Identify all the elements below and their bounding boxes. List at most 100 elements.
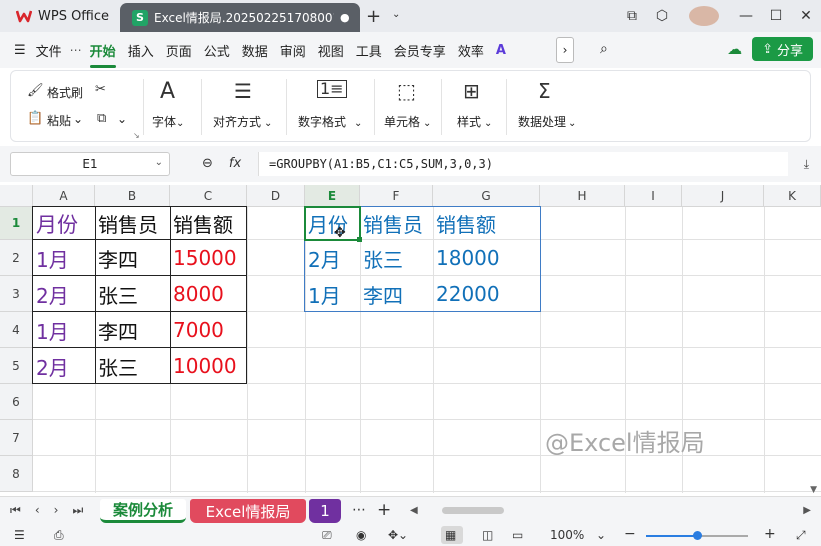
cell-f2[interactable]: 张三	[360, 240, 403, 276]
col-header-h[interactable]: H	[540, 185, 625, 207]
hscroll-right-icon[interactable]: ▶	[803, 505, 811, 516]
cells-icon[interactable]: ⬚	[397, 79, 416, 103]
format-painter-icon[interactable]: 🖌	[27, 83, 44, 98]
zoom-chevron-icon[interactable]: ⌄	[596, 528, 606, 542]
col-header-b[interactable]: B	[95, 185, 170, 207]
name-box-chevron-icon[interactable]: ⌄	[155, 157, 163, 168]
cell-a3[interactable]: 2月	[33, 276, 69, 312]
format-painter-button[interactable]: 格式刷	[47, 84, 83, 101]
col-header-d[interactable]: D	[247, 185, 305, 207]
zoom-in-button[interactable]: +	[764, 526, 776, 542]
search-icon[interactable]: ⌕	[600, 41, 608, 57]
copy-icon[interactable]: ⧉	[97, 111, 106, 126]
menu-data[interactable]: 数据	[236, 41, 274, 60]
cells-chevron-icon[interactable]: ⌄	[423, 118, 431, 129]
menu-home[interactable]: 开始	[84, 41, 122, 68]
align-chevron-icon[interactable]: ⌄	[264, 118, 272, 129]
cut-icon[interactable]: ✂	[95, 82, 106, 97]
number-format-button[interactable]: 数字格式	[298, 113, 346, 130]
print-preview-icon[interactable]: ⎚	[322, 528, 332, 543]
cell-g1[interactable]: 销售额	[433, 207, 496, 240]
zoom-out-button[interactable]: −	[624, 526, 636, 542]
paste-button[interactable]: 粘贴	[47, 112, 71, 129]
cell-a5[interactable]: 2月	[33, 348, 69, 384]
menu-view[interactable]: 视图	[312, 41, 350, 60]
new-tab-button[interactable]: +	[366, 6, 381, 27]
macro-icon[interactable]: ⎙	[54, 528, 64, 543]
zoom-formula-icon[interactable]: ⊖	[202, 156, 213, 171]
paste-icon[interactable]: 📋	[27, 111, 43, 126]
cell-b1[interactable]: 销售员	[95, 207, 170, 240]
zoom-slider-knob[interactable]	[693, 531, 702, 540]
tab-list-chevron-icon[interactable]: ⌄	[392, 9, 400, 20]
vscroll-down-icon[interactable]: ▼	[810, 485, 817, 495]
font-button[interactable]: 字体	[152, 113, 176, 130]
clipboard-expand-icon[interactable]: ↘	[133, 131, 140, 140]
menu-formula[interactable]: 公式	[198, 41, 236, 60]
styles-chevron-icon[interactable]: ⌄	[484, 118, 492, 129]
row-header-7[interactable]: 7	[0, 420, 33, 456]
prev-sheet-icon[interactable]: ‹	[35, 503, 40, 518]
row-header-8[interactable]: 8	[0, 456, 33, 492]
menu-review[interactable]: 审阅	[274, 41, 312, 60]
page-break-icon[interactable]: ▭	[512, 528, 523, 542]
sheet-list-icon[interactable]: ☰	[14, 528, 25, 542]
minimize-icon[interactable]: —	[731, 8, 761, 24]
next-sheet-icon[interactable]: ›	[54, 503, 59, 518]
menu-page[interactable]: 页面	[160, 41, 198, 60]
fill-handle[interactable]	[357, 237, 362, 242]
menu-file[interactable]: 文件	[30, 41, 68, 60]
cell-b4[interactable]: 李四	[95, 312, 138, 348]
avatar[interactable]	[689, 6, 719, 26]
add-sheet-button[interactable]: +	[377, 500, 391, 520]
data-process-button[interactable]: 数据处理	[518, 113, 566, 130]
cell-f3[interactable]: 李四	[360, 276, 403, 312]
copy-chevron-icon[interactable]: ⌄	[117, 112, 127, 126]
menu-efficiency[interactable]: 效率	[452, 41, 490, 60]
share-button[interactable]: ⇪ 分享	[752, 37, 813, 61]
number-format-icon[interactable]: 1≡	[317, 80, 347, 98]
sheet-more-button[interactable]: ⋯	[352, 502, 366, 518]
maximize-icon[interactable]: ☐	[761, 8, 791, 24]
fx-icon[interactable]: fx	[229, 156, 241, 171]
number-format-chevron-icon[interactable]: ⌄	[354, 118, 362, 129]
first-sheet-icon[interactable]: ⏮	[10, 503, 21, 518]
row-header-3[interactable]: 3	[0, 276, 33, 312]
menu-more-button[interactable]: ⋯	[68, 43, 84, 57]
spreadsheet-grid[interactable]: A B C D E F G H I J K 1 2 3 4 5 6 7 8 月份…	[0, 185, 821, 495]
col-header-c[interactable]: C	[170, 185, 247, 207]
name-box[interactable]: E1 ⌄	[10, 152, 170, 176]
cell-c4[interactable]: 7000	[170, 312, 224, 348]
styles-icon[interactable]: ⊞	[463, 79, 480, 103]
cell-a2[interactable]: 1月	[33, 240, 69, 276]
cell-c3[interactable]: 8000	[170, 276, 224, 312]
ribbon-scroll-right-button[interactable]: ›	[556, 37, 574, 63]
window-layout-icon[interactable]: ⧉	[617, 8, 647, 24]
font-icon[interactable]: A	[160, 79, 175, 104]
last-sheet-icon[interactable]: ⏭	[72, 503, 83, 518]
cell-a4[interactable]: 1月	[33, 312, 69, 348]
close-icon[interactable]: ✕	[791, 8, 821, 24]
data-process-chevron-icon[interactable]: ⌄	[568, 118, 576, 129]
expand-formula-icon[interactable]: ⤓	[804, 157, 809, 172]
align-icon[interactable]: ☰	[234, 79, 252, 103]
hamburger-icon[interactable]: ☰	[0, 43, 30, 58]
cell-g3[interactable]: 22000	[433, 276, 500, 312]
normal-view-icon[interactable]: ▦	[445, 528, 456, 542]
cube-icon[interactable]: ⬡	[647, 8, 677, 24]
menu-tools[interactable]: 工具	[350, 41, 388, 60]
col-header-j[interactable]: J	[682, 185, 764, 207]
row-header-5[interactable]: 5	[0, 348, 33, 384]
sheet-tab-excel-bureau[interactable]: Excel情报局	[190, 499, 306, 523]
hscroll-thumb[interactable]	[442, 507, 504, 514]
cell-b2[interactable]: 李四	[95, 240, 138, 276]
menu-insert[interactable]: 插入	[122, 41, 160, 60]
styles-button[interactable]: 样式	[457, 113, 481, 130]
ai-icon[interactable]: A	[490, 43, 512, 58]
cell-e2[interactable]: 2月	[305, 240, 341, 276]
cell-c2[interactable]: 15000	[170, 240, 237, 276]
zoom-value[interactable]: 100%	[550, 528, 584, 542]
col-header-i[interactable]: I	[625, 185, 682, 207]
cell-e3[interactable]: 1月	[305, 276, 341, 312]
row-header-1[interactable]: 1	[0, 207, 33, 240]
